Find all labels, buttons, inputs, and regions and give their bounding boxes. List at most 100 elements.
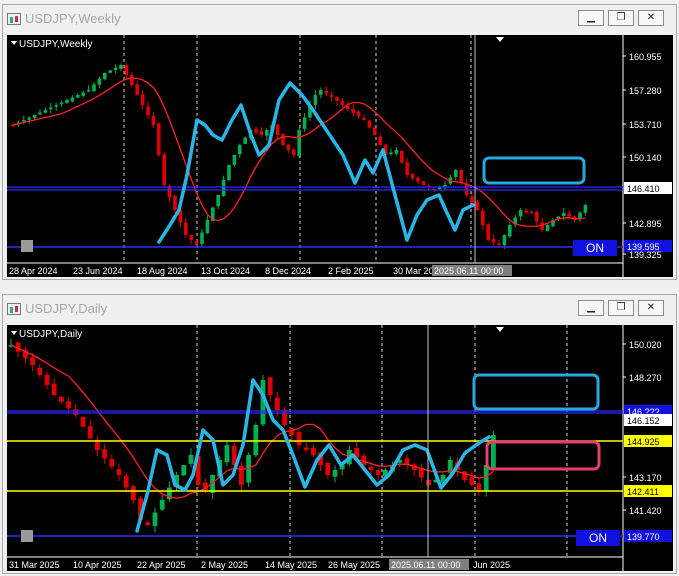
candle-body [65, 100, 69, 104]
candle-body [545, 225, 550, 232]
candle-body [205, 220, 210, 233]
candle-body [145, 522, 151, 525]
candle-body [159, 500, 165, 510]
candle-body [224, 445, 230, 463]
restore-button[interactable]: ❐ [608, 300, 634, 316]
price-axis-label: 143.170 [629, 473, 662, 483]
daily-window-title: USDJPY,Daily [25, 301, 108, 316]
candle-body [426, 479, 431, 485]
restore-icon: ❐ [616, 302, 626, 313]
daily-chart-area[interactable]: USDJPY,Daily 150.020 148.270 146.??? 146.152… [7, 325, 673, 571]
candle-body [151, 115, 156, 125]
candle-body [243, 137, 247, 144]
candle-body [313, 95, 318, 105]
candle-body [282, 409, 287, 425]
scroll-anchor-icon [21, 240, 33, 252]
candle-body [119, 65, 123, 70]
dropdown-triangle-icon [11, 331, 17, 335]
candle-body [116, 468, 122, 475]
candle-body [76, 95, 80, 98]
daily-price-chart[interactable]: USDJPY,Daily150.020148.270146.???146.152… [7, 325, 673, 571]
weekly-chart-window[interactable]: USDJPY,Weekly ▁ ❐ ✕ USDJPY,Weekly 160.955… [2, 4, 677, 280]
chart-symbol-label: USDJPY,Weekly [19, 39, 93, 50]
price-tag-label: 146.152 [627, 416, 660, 426]
minimize-button[interactable]: ▁ [578, 300, 604, 316]
time-axis-label: 2 May 2025 [201, 560, 248, 570]
daily-title-bar[interactable]: USDJPY,Daily ▁ ❐ ✕ [3, 295, 676, 323]
price-axis-label: 150.140 [629, 153, 662, 163]
candle-body [86, 90, 91, 92]
candle-body [232, 155, 237, 165]
candle-body [51, 383, 57, 395]
candle-body [81, 92, 85, 96]
candle-body [529, 211, 534, 214]
price-tag-label: 144.925 [627, 437, 660, 447]
time-axis-label: 22 Apr 2025 [137, 560, 186, 570]
candle-body [173, 196, 177, 210]
candle-body [184, 222, 188, 235]
time-cursor-label: 2025.06.11 00:00 [391, 560, 460, 570]
time-axis-label: 8 Dec 2024 [265, 266, 311, 276]
candle-body [303, 447, 309, 450]
candle-body [275, 124, 280, 135]
dropdown-triangle-icon [11, 41, 17, 45]
candle-body [518, 210, 523, 217]
candle-body [49, 107, 53, 109]
candle-body [59, 102, 64, 105]
candle-body [368, 466, 374, 470]
weekly-chart-area[interactable]: USDJPY,Weekly 160.955 157.280 153.710 150.14… [7, 35, 673, 277]
candle-body [113, 67, 118, 71]
minimize-button[interactable]: ▁ [578, 10, 604, 26]
chart-shift-marker-icon [496, 327, 504, 332]
chart-symbol-label: USDJPY,Daily [19, 329, 82, 340]
candle-body [221, 180, 226, 196]
candle-body [30, 357, 35, 365]
candle-body [239, 465, 244, 485]
candle-body [152, 512, 158, 527]
candle-body [146, 106, 150, 115]
candle-body [325, 462, 331, 475]
candle-body [189, 234, 193, 240]
candle-body [497, 243, 501, 245]
candle-body [254, 128, 258, 133]
candle-body [131, 486, 136, 500]
close-button[interactable]: ✕ [638, 300, 664, 316]
candle-body [562, 213, 566, 217]
time-axis-label: 14 May 2025 [265, 560, 317, 570]
candle-body [332, 470, 338, 477]
candle-body [454, 170, 458, 178]
weekly-title-bar[interactable]: USDJPY,Weekly ▁ ❐ ✕ [3, 5, 676, 33]
candle-body [87, 426, 93, 439]
price-axis-label: 160.955 [629, 52, 662, 62]
candle-body [524, 210, 528, 213]
price-tag-label: 142.411 [627, 487, 659, 497]
weekly-price-chart[interactable]: USDJPY,Weekly 160.955 157.280 153.710 150.14… [7, 35, 673, 277]
daily-chart-window[interactable]: USDJPY,Daily ▁ ❐ ✕ USDJPY,Daily 150.020 14… [2, 294, 677, 574]
candle-body [405, 162, 409, 175]
candle-body [73, 409, 79, 415]
candle-body [27, 117, 31, 120]
restore-button[interactable]: ❐ [608, 10, 634, 26]
candle-body [394, 150, 399, 154]
candle-body [319, 90, 323, 95]
close-button[interactable]: ✕ [638, 10, 664, 26]
candle-body [92, 84, 96, 92]
candle-body [135, 84, 139, 95]
price-axis-label: 157.280 [629, 86, 662, 96]
candle-body [567, 213, 571, 217]
time-axis-label: 23 Jun 2024 [73, 266, 123, 276]
candle-body [267, 377, 273, 395]
candle-body [265, 130, 269, 136]
candle-body [130, 74, 134, 85]
candle-body [109, 458, 115, 467]
close-icon: ✕ [646, 302, 656, 313]
candle-body [227, 165, 231, 180]
candle-body [296, 432, 302, 445]
candle-body [37, 367, 43, 375]
candle-body [502, 235, 507, 246]
candle-body [367, 120, 372, 128]
candle-body [416, 177, 420, 182]
zigzag-trend-line [157, 81, 475, 244]
candle-body [324, 90, 328, 94]
candle-body [54, 105, 58, 107]
